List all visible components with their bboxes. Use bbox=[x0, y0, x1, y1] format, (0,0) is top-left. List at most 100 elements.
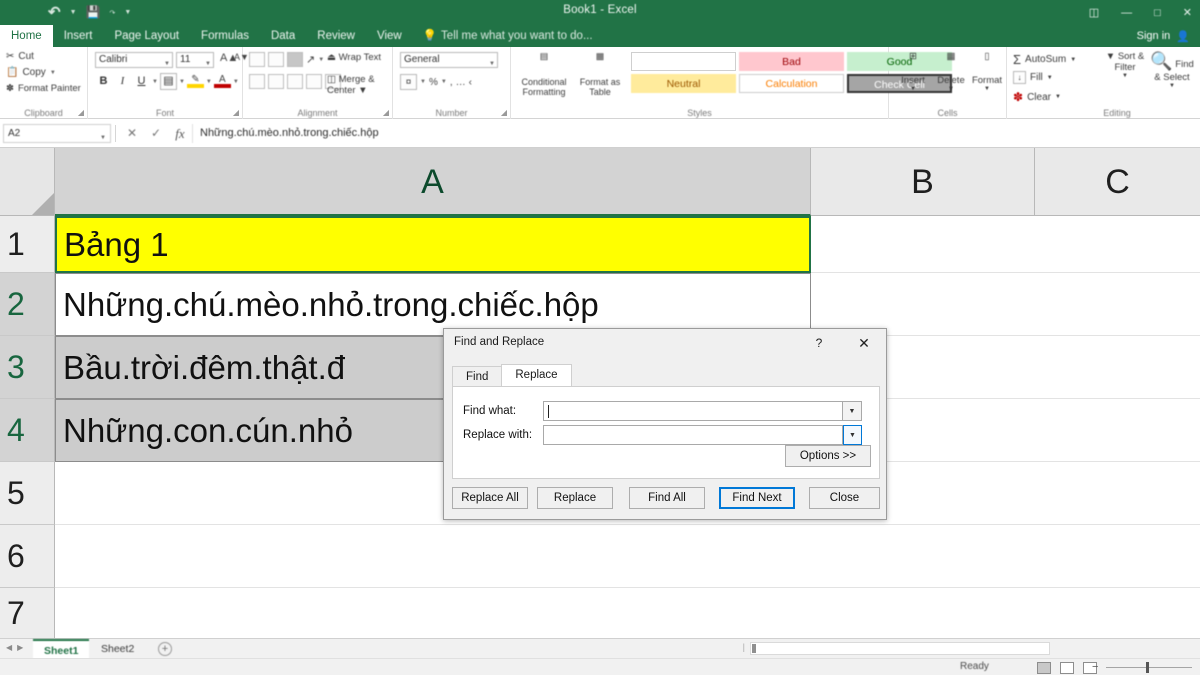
cell-style-neutral[interactable]: Neutral bbox=[631, 74, 736, 93]
clipboard-dialog-launcher[interactable]: ◢ bbox=[78, 108, 84, 117]
chevron-down-icon[interactable]: ▼ bbox=[932, 86, 970, 92]
cell-a6[interactable] bbox=[55, 525, 811, 588]
decrease-indent-icon[interactable] bbox=[306, 74, 322, 89]
close-icon[interactable]: ✕ bbox=[852, 334, 876, 352]
cell-style-calculation[interactable]: Calculation bbox=[739, 74, 844, 93]
font-size-input[interactable]: 11 ▼ bbox=[176, 52, 214, 68]
restore-icon[interactable]: □ bbox=[1154, 7, 1161, 19]
column-header-c[interactable]: C bbox=[1035, 148, 1200, 216]
chevron-down-icon[interactable]: ▼ bbox=[1047, 75, 1053, 81]
close-button[interactable]: Close bbox=[809, 487, 880, 509]
bold-button[interactable]: B bbox=[95, 73, 112, 90]
chevron-down-icon[interactable]: ▼ bbox=[318, 57, 324, 63]
scrollbar-thumb[interactable] bbox=[752, 644, 756, 653]
chevron-down-icon[interactable]: ▼ bbox=[420, 79, 426, 85]
font-name-input[interactable]: Calibri ▼ bbox=[95, 52, 173, 68]
tell-me-search[interactable]: 💡 Tell me what you want to do... bbox=[423, 25, 593, 47]
zoom-knob[interactable] bbox=[1146, 662, 1149, 673]
replace-all-button[interactable]: Replace All bbox=[452, 487, 528, 509]
chevron-down-icon[interactable]: ▼ bbox=[179, 79, 185, 85]
column-header-a[interactable]: A bbox=[55, 148, 811, 216]
chevron-down-icon[interactable]: ▼ bbox=[1055, 94, 1061, 100]
select-all-corner[interactable] bbox=[0, 148, 55, 216]
chevron-down-icon[interactable]: ▼ bbox=[358, 85, 367, 96]
align-middle-icon[interactable] bbox=[268, 52, 284, 67]
merge-center-button[interactable]: ◫ Merge & Center ▼ bbox=[327, 74, 392, 96]
chevron-down-icon[interactable]: ▼ bbox=[1103, 73, 1147, 79]
chevron-down-icon[interactable]: ▼ bbox=[968, 86, 1006, 92]
decrease-decimal-icon[interactable]: ‹ bbox=[469, 77, 472, 88]
number-format-select[interactable]: General ▼ bbox=[400, 52, 498, 68]
chevron-down-icon[interactable]: ▼ bbox=[894, 86, 932, 92]
align-center-icon[interactable] bbox=[268, 74, 284, 89]
name-box[interactable]: A2 ▼ bbox=[3, 124, 111, 143]
cell-a1[interactable]: Bảng 1 bbox=[55, 216, 811, 273]
align-left-icon[interactable] bbox=[249, 74, 265, 89]
cell-style-bad[interactable]: Bad bbox=[739, 52, 844, 71]
insert-cells-button[interactable]: ⊞ Insert ▼ bbox=[894, 51, 932, 92]
tab-find[interactable]: Find bbox=[452, 366, 502, 386]
format-as-table-button[interactable]: ▦ Format as Table bbox=[573, 51, 627, 97]
cell-style-normal[interactable] bbox=[631, 52, 736, 71]
chevron-down-icon[interactable]: ▼ bbox=[164, 57, 170, 71]
align-right-icon[interactable] bbox=[287, 74, 303, 89]
cell-a7[interactable] bbox=[55, 588, 811, 638]
delete-cells-button[interactable]: ▦ Delete ▼ bbox=[932, 51, 970, 92]
row-header-5[interactable]: 5 bbox=[0, 462, 55, 525]
cut-button[interactable]: ✂ Cut bbox=[6, 51, 87, 62]
tab-home[interactable]: Home bbox=[0, 25, 53, 47]
close-icon[interactable]: ✕ bbox=[1183, 6, 1192, 19]
ribbon-display-options-icon[interactable]: ◫ bbox=[1089, 6, 1099, 19]
chevron-down-icon[interactable]: ▼ bbox=[50, 70, 56, 76]
format-painter-button[interactable]: ✽ Format Painter bbox=[6, 83, 87, 94]
column-header-b[interactable]: B bbox=[811, 148, 1035, 216]
help-icon[interactable]: ? bbox=[808, 334, 830, 352]
find-what-dropdown[interactable]: ▼ bbox=[843, 401, 862, 421]
options-button[interactable]: Options >> bbox=[785, 445, 871, 467]
tab-formulas[interactable]: Formulas bbox=[190, 25, 260, 47]
accounting-format-icon[interactable]: ¤ bbox=[400, 74, 417, 90]
font-color-button[interactable]: A bbox=[214, 75, 231, 88]
underline-button[interactable]: U bbox=[133, 73, 150, 90]
row-header-1[interactable]: 1 bbox=[0, 216, 55, 273]
find-select-button[interactable]: 🔍 Find & Select ▼ bbox=[1150, 51, 1194, 89]
row-header-4[interactable]: 4 bbox=[0, 399, 55, 462]
minimize-icon[interactable]: — bbox=[1121, 7, 1132, 19]
tab-page-layout[interactable]: Page Layout bbox=[103, 25, 190, 47]
fill-color-button[interactable]: ✎ bbox=[187, 75, 204, 88]
tab-insert[interactable]: Insert bbox=[53, 25, 104, 47]
insert-function-icon[interactable]: fx bbox=[168, 124, 192, 143]
find-next-button[interactable]: Find Next bbox=[719, 487, 795, 509]
format-cells-button[interactable]: ▯ Format ▼ bbox=[968, 51, 1006, 92]
alignment-dialog-launcher[interactable]: ◢ bbox=[383, 108, 389, 117]
page-layout-view-icon[interactable] bbox=[1060, 662, 1074, 674]
tab-review[interactable]: Review bbox=[306, 25, 366, 47]
chevron-down-icon[interactable]: ▼ bbox=[152, 79, 158, 85]
tab-replace[interactable]: Replace bbox=[501, 364, 571, 386]
chevron-down-icon[interactable]: ▼ bbox=[233, 79, 239, 85]
tab-data[interactable]: Data bbox=[260, 25, 306, 47]
replace-button[interactable]: Replace bbox=[537, 487, 613, 509]
borders-icon[interactable]: ▤ bbox=[160, 73, 177, 90]
normal-view-icon[interactable] bbox=[1037, 662, 1051, 674]
cancel-x-icon[interactable]: ✕ bbox=[120, 124, 144, 143]
row-header-6[interactable]: 6 bbox=[0, 525, 55, 588]
enter-check-icon[interactable]: ✓ bbox=[144, 124, 168, 143]
cell-a2[interactable]: Những.chú.mèo.nhỏ.trong.chiếc.hộp bbox=[55, 273, 811, 336]
comma-style-icon[interactable]: , bbox=[450, 77, 453, 88]
chevron-down-icon[interactable]: ▼ bbox=[1070, 57, 1076, 63]
conditional-formatting-button[interactable]: ▤ Conditional Formatting bbox=[517, 51, 571, 97]
copy-button[interactable]: 📋 Copy ▼ bbox=[6, 67, 87, 78]
find-what-input[interactable] bbox=[543, 401, 843, 421]
cell-b2[interactable] bbox=[811, 273, 1200, 336]
italic-button[interactable]: I bbox=[114, 73, 131, 90]
replace-with-dropdown[interactable]: ▼ bbox=[843, 425, 862, 445]
formula-input[interactable]: Những.chú.mèo.nhỏ.trong.chiếc.hộp bbox=[192, 124, 1197, 143]
row-header-7[interactable]: 7 bbox=[0, 588, 55, 638]
sort-filter-button[interactable]: ▼ Sort & Filter ▼ bbox=[1103, 51, 1147, 79]
number-dialog-launcher[interactable]: ◢ bbox=[501, 108, 507, 117]
font-dialog-launcher[interactable]: ◢ bbox=[233, 108, 239, 117]
cell-b1[interactable] bbox=[811, 216, 1200, 273]
replace-with-input[interactable] bbox=[543, 425, 843, 445]
wrap-text-button[interactable]: ⏏ Wrap Text bbox=[327, 52, 381, 63]
